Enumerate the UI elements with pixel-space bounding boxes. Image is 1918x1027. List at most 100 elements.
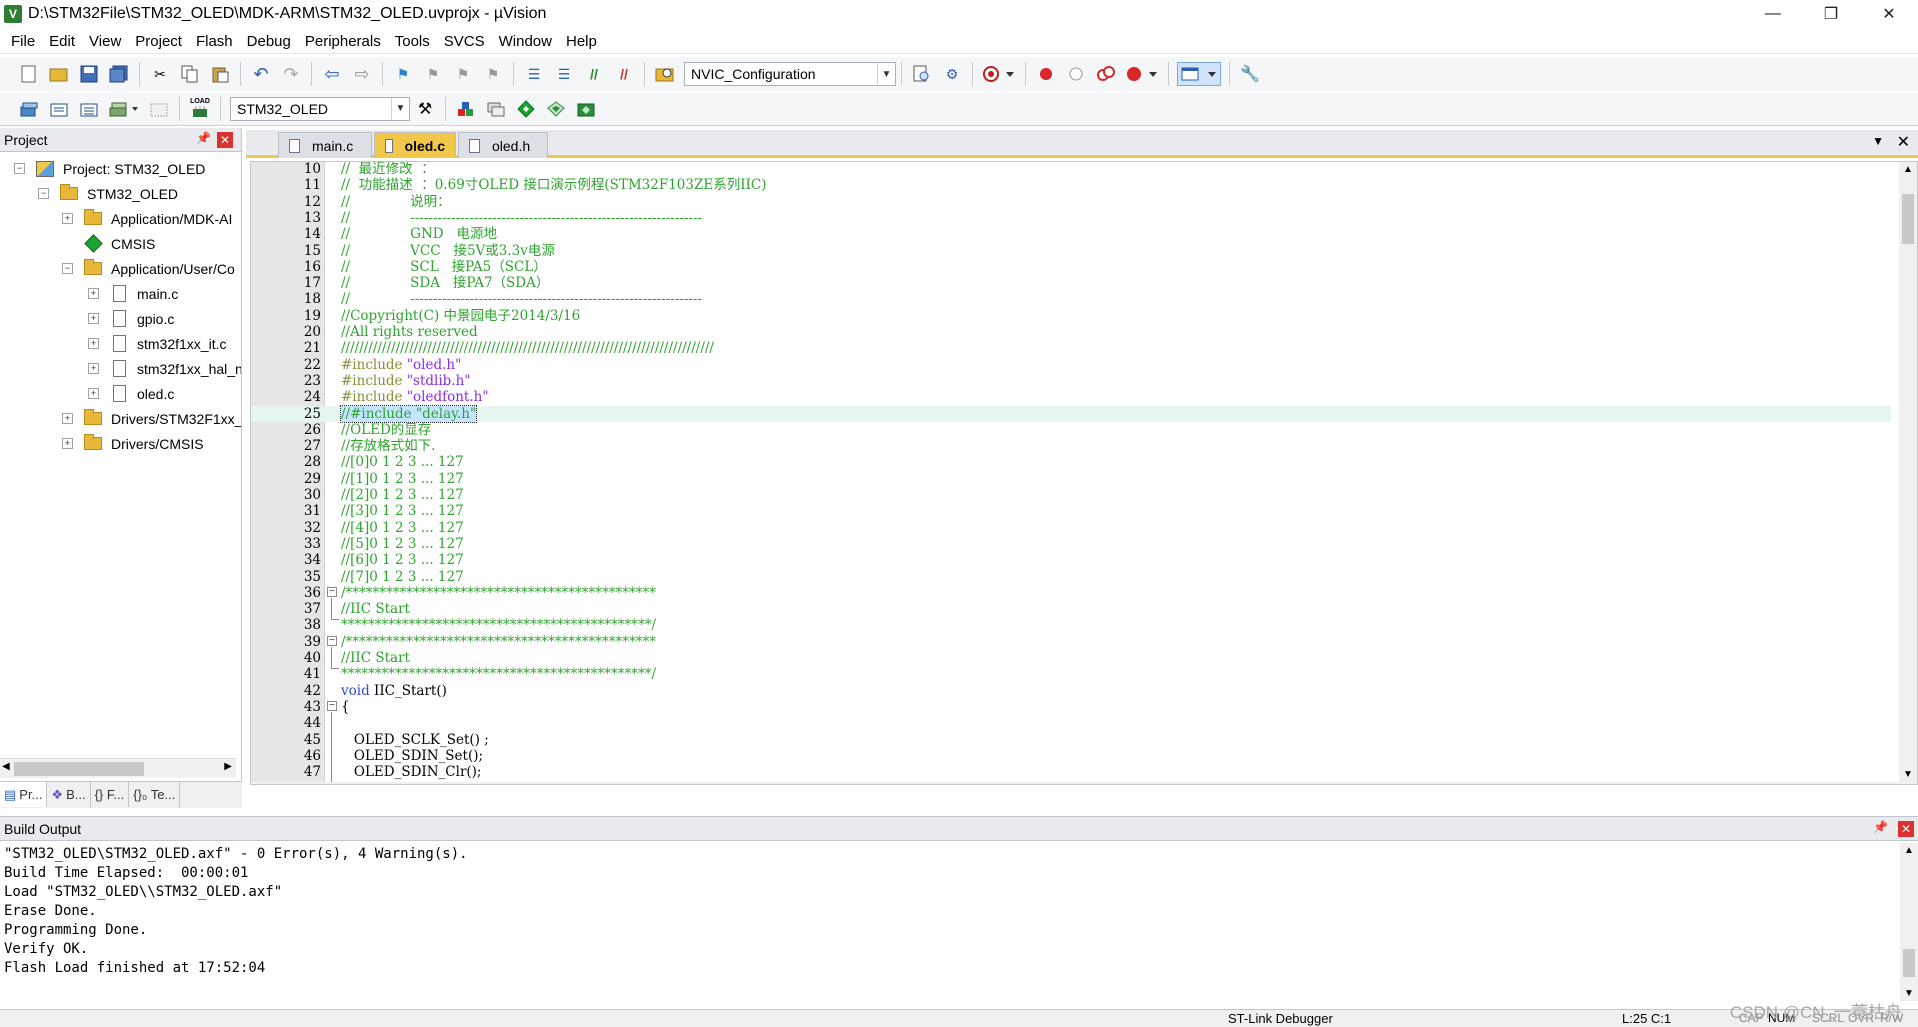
code-line[interactable]: 11 // 功能描述 ：0.69寸OLED 接口演示例程(STM32F103ZE系… — [251, 177, 1891, 193]
code-line[interactable]: 41 **************************************… — [251, 666, 1891, 682]
code-line[interactable]: 43 { — [251, 699, 1891, 715]
code-line[interactable]: 39 /*************************************… — [251, 634, 1891, 650]
clear-bookmarks-icon[interactable]: ⚑ — [481, 62, 505, 86]
expand-icon[interactable]: + — [62, 413, 73, 424]
code-line[interactable]: 13 // -----------------------------------… — [251, 210, 1891, 226]
expand-icon[interactable]: + — [88, 363, 99, 374]
code-line[interactable]: 42 void IIC_Start() — [251, 683, 1891, 699]
insert-breakpoint-icon[interactable] — [1034, 62, 1058, 86]
tree-item[interactable]: + stm32f1xx_it.c — [88, 331, 226, 356]
code-line[interactable]: 28 //[0]0 1 2 3 ... 127 — [251, 454, 1891, 470]
open-file-icon[interactable] — [47, 62, 71, 86]
code-line[interactable]: 22 #include "oled.h" — [251, 357, 1891, 373]
uncomment-selection-icon[interactable]: // — [612, 62, 636, 86]
save-all-icon[interactable] — [107, 62, 131, 86]
incremental-find-icon[interactable]: ⚙ — [940, 62, 964, 86]
pin-icon[interactable]: 📌 — [1873, 820, 1888, 834]
close-button[interactable]: ✕ — [1860, 0, 1918, 28]
build-icon[interactable] — [47, 97, 71, 121]
pack-installer-icon[interactable] — [544, 97, 568, 121]
indent-icon[interactable]: ☰ — [522, 62, 546, 86]
menu-window[interactable]: Window — [492, 33, 559, 50]
new-file-icon[interactable] — [17, 62, 41, 86]
kill-all-breakpoints-icon[interactable] — [1124, 62, 1160, 86]
batch-build-icon[interactable] — [107, 97, 141, 121]
tab-project[interactable]: ▤ Pr... — [0, 782, 48, 807]
code-line[interactable]: 23 #include "stdlib.h" — [251, 373, 1891, 389]
tab-oled-h[interactable]: oled.h — [458, 132, 548, 158]
code-line[interactable]: 15 // VCC 接5V或3.3v电源 — [251, 243, 1891, 259]
stop-build-icon[interactable] — [147, 97, 171, 121]
download-load-icon[interactable]: LOAD — [188, 97, 212, 121]
menu-help[interactable]: Help — [559, 33, 604, 50]
code-line[interactable]: 24 #include "oledfont.h" — [251, 389, 1891, 405]
code-line[interactable]: 10 // 最近修改 ： — [251, 162, 1891, 177]
tab-templates[interactable]: {}₀ Te... — [129, 782, 181, 807]
navigate-forward-icon[interactable]: ⇨ — [350, 62, 374, 86]
code-line[interactable]: 44 — [251, 715, 1891, 731]
manage-rte-icon[interactable] — [514, 97, 538, 121]
code-line[interactable]: 29 //[1]0 1 2 3 ... 127 — [251, 471, 1891, 487]
pin-icon[interactable]: 📌 — [196, 131, 211, 145]
enable-breakpoint-icon[interactable] — [1064, 62, 1088, 86]
redo-icon[interactable]: ↷ — [279, 62, 303, 86]
scroll-up-icon[interactable]: ▲ — [1904, 845, 1914, 856]
code-line[interactable]: 33 //[5]0 1 2 3 ... 127 — [251, 536, 1891, 552]
tab-oled-c[interactable]: oled.c — [374, 132, 456, 158]
code-line[interactable]: 46 OLED_SDIN_Set(); — [251, 748, 1891, 764]
scrollbar-thumb[interactable] — [14, 762, 144, 776]
code-line[interactable]: 16 // SCL 接PA5（SCL） — [251, 259, 1891, 275]
scroll-down-icon[interactable]: ▼ — [1904, 988, 1914, 999]
menu-peripherals[interactable]: Peripherals — [298, 33, 388, 50]
undo-icon[interactable]: ↶ — [249, 62, 273, 86]
code-line[interactable]: 26 //OLED的显存 — [251, 422, 1891, 438]
tab-main-c[interactable]: main.c — [278, 132, 372, 158]
tree-item[interactable]: + gpio.c — [88, 306, 174, 331]
disable-all-breakpoints-icon[interactable] — [1094, 62, 1118, 86]
menu-svcs[interactable]: SVCS — [437, 33, 492, 50]
close-icon[interactable]: ✕ — [217, 132, 233, 148]
fold-toggle-icon[interactable]: − — [327, 636, 337, 646]
paste-icon[interactable] — [208, 62, 232, 86]
configure-icon[interactable]: 🔧 — [1238, 62, 1262, 86]
code-line[interactable]: 31 //[3]0 1 2 3 ... 127 — [251, 503, 1891, 519]
target-combo[interactable]: STM32_OLED ▼ — [230, 96, 410, 121]
config-combo[interactable]: NVIC_Configuration ▼ — [684, 62, 896, 86]
tree-item[interactable]: + Application/MDK-AI — [62, 206, 232, 231]
rebuild-icon[interactable] — [77, 97, 101, 121]
scrollbar-thumb[interactable] — [1902, 194, 1914, 244]
collapse-icon[interactable]: − — [62, 263, 73, 274]
code-line[interactable]: 37 //IIC Start — [251, 601, 1891, 617]
unindent-icon[interactable]: ☰ — [552, 62, 576, 86]
code-line[interactable]: 35 //[7]0 1 2 3 ... 127 — [251, 569, 1891, 585]
code-line[interactable]: 21 //////////////////////////////////////… — [251, 340, 1891, 356]
window-layout-icon[interactable] — [1177, 62, 1221, 86]
code-line[interactable]: 47 OLED_SDIN_Clr(); — [251, 764, 1891, 780]
translate-icon[interactable] — [17, 97, 41, 121]
restore-button[interactable]: ❐ — [1802, 0, 1860, 28]
cut-icon[interactable]: ✂ — [148, 62, 172, 86]
code-line[interactable]: 18 // -----------------------------------… — [251, 291, 1891, 307]
scroll-right-icon[interactable]: ▶ — [224, 761, 232, 772]
tree-item[interactable]: + Drivers/STM32F1xx_ — [62, 406, 241, 431]
code-line[interactable]: 34 //[6]0 1 2 3 ... 127 — [251, 552, 1891, 568]
scroll-down-icon[interactable]: ▼ — [1903, 769, 1913, 780]
menu-project[interactable]: Project — [128, 33, 189, 50]
expand-icon[interactable]: + — [62, 213, 73, 224]
tree-item[interactable]: + main.c — [88, 281, 178, 306]
menu-view[interactable]: View — [82, 33, 128, 50]
tree-item[interactable]: − Project: STM32_OLED — [14, 156, 205, 181]
collapse-icon[interactable]: − — [38, 188, 49, 199]
code-line[interactable]: 30 //[2]0 1 2 3 ... 127 — [251, 487, 1891, 503]
code-line[interactable]: 12 // 说明： — [251, 194, 1891, 210]
collapse-icon[interactable]: − — [14, 163, 25, 174]
code-line[interactable]: 25 //#include "delay.h" — [251, 404, 1891, 423]
software-packs-icon[interactable] — [574, 97, 598, 121]
editor-horizontal-scrollbar[interactable]: ◀ ▶ — [251, 782, 1917, 784]
code-line[interactable]: 20 //All rights reserved — [251, 324, 1891, 340]
tree-item[interactable]: + stm32f1xx_hal_n — [88, 356, 241, 381]
project-horizontal-scrollbar[interactable]: ◀ ▶ — [0, 758, 236, 778]
menu-tools[interactable]: Tools — [388, 33, 437, 50]
find-icon[interactable] — [910, 62, 934, 86]
tree-item[interactable]: CMSIS — [62, 231, 155, 256]
